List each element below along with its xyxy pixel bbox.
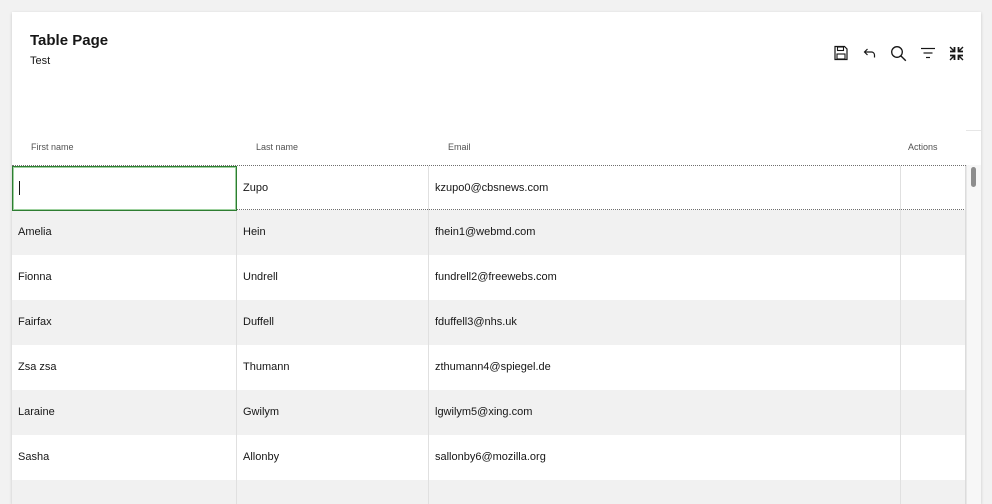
- column-header-email[interactable]: Email: [429, 130, 901, 165]
- save-icon: [833, 45, 848, 61]
- email-cell[interactable]: [429, 480, 901, 504]
- collapse-icon: [949, 46, 964, 60]
- actions-cell[interactable]: [901, 480, 966, 504]
- vertical-scrollbar[interactable]: [966, 165, 981, 504]
- table-row[interactable]: Amelia Hein fhein1@webmd.com: [12, 210, 966, 255]
- table-row[interactable]: [12, 480, 966, 504]
- actions-cell[interactable]: [901, 345, 966, 390]
- column-header-last-name[interactable]: Last name: [237, 130, 429, 165]
- table-body: Zupo kzupo0@cbsnews.com Amelia Hein fhei…: [12, 165, 966, 504]
- first-name-cell[interactable]: Fairfax: [12, 300, 237, 345]
- save-button[interactable]: [830, 42, 851, 64]
- page-header: Table Page Test: [12, 12, 981, 131]
- actions-cell[interactable]: [901, 255, 966, 300]
- collapse-button[interactable]: [946, 42, 967, 64]
- email-cell[interactable]: fduffell3@nhs.uk: [429, 300, 901, 345]
- table-row[interactable]: Fairfax Duffell fduffell3@nhs.uk: [12, 300, 966, 345]
- last-name-cell[interactable]: Allonby: [237, 435, 429, 480]
- first-name-cell[interactable]: Zsa zsa: [12, 345, 237, 390]
- email-cell[interactable]: kzupo0@cbsnews.com: [429, 166, 901, 211]
- first-name-cell[interactable]: [12, 480, 237, 504]
- page-title: Table Page: [30, 32, 109, 49]
- actions-cell[interactable]: [901, 435, 966, 480]
- column-header-actions: Actions: [908, 142, 938, 152]
- search-icon: [891, 45, 907, 61]
- actions-cell[interactable]: [901, 210, 966, 255]
- email-cell[interactable]: fhein1@webmd.com: [429, 210, 901, 255]
- first-name-cell[interactable]: Amelia: [12, 210, 237, 255]
- scrollbar-thumb[interactable]: [971, 167, 976, 187]
- table-header: First name Last name Email Actions: [12, 130, 966, 166]
- last-name-cell[interactable]: [237, 480, 429, 504]
- filter-button[interactable]: [917, 42, 938, 64]
- table-row[interactable]: Sasha Allonby sallonby6@mozilla.org: [12, 435, 966, 480]
- last-name-cell[interactable]: Gwilym: [237, 390, 429, 435]
- toolbar: [830, 42, 967, 64]
- last-name-cell[interactable]: Thumann: [237, 345, 429, 390]
- first-name-edit-input[interactable]: [12, 166, 237, 211]
- search-button[interactable]: [888, 42, 909, 64]
- email-cell[interactable]: lgwilym5@xing.com: [429, 390, 901, 435]
- last-name-cell[interactable]: Zupo: [237, 166, 429, 211]
- first-name-cell[interactable]: Laraine: [12, 390, 237, 435]
- text-caret: [19, 181, 20, 195]
- undo-icon: [863, 48, 875, 58]
- first-name-cell[interactable]: Fionna: [12, 255, 237, 300]
- page-subtitle: Test: [30, 55, 51, 67]
- email-cell[interactable]: sallonby6@mozilla.org: [429, 435, 901, 480]
- actions-cell[interactable]: [901, 300, 966, 345]
- last-name-cell[interactable]: Hein: [237, 210, 429, 255]
- page-container: Table Page Test First name Last name Ema…: [12, 12, 981, 504]
- actions-cell[interactable]: [901, 166, 966, 211]
- table-row[interactable]: Zupo kzupo0@cbsnews.com: [12, 165, 966, 211]
- filter-icon: [920, 47, 935, 59]
- undo-button[interactable]: [859, 42, 880, 64]
- data-table: First name Last name Email Actions Zupo …: [12, 130, 981, 504]
- email-cell[interactable]: fundrell2@freewebs.com: [429, 255, 901, 300]
- table-row[interactable]: Laraine Gwilym lgwilym5@xing.com: [12, 390, 966, 435]
- actions-cell[interactable]: [901, 390, 966, 435]
- email-cell[interactable]: zthumann4@spiegel.de: [429, 345, 901, 390]
- column-header-first-name[interactable]: First name: [12, 130, 237, 165]
- first-name-cell[interactable]: Sasha: [12, 435, 237, 480]
- last-name-cell[interactable]: Undrell: [237, 255, 429, 300]
- table-row[interactable]: Fionna Undrell fundrell2@freewebs.com: [12, 255, 966, 300]
- last-name-cell[interactable]: Duffell: [237, 300, 429, 345]
- table-row[interactable]: Zsa zsa Thumann zthumann4@spiegel.de: [12, 345, 966, 390]
